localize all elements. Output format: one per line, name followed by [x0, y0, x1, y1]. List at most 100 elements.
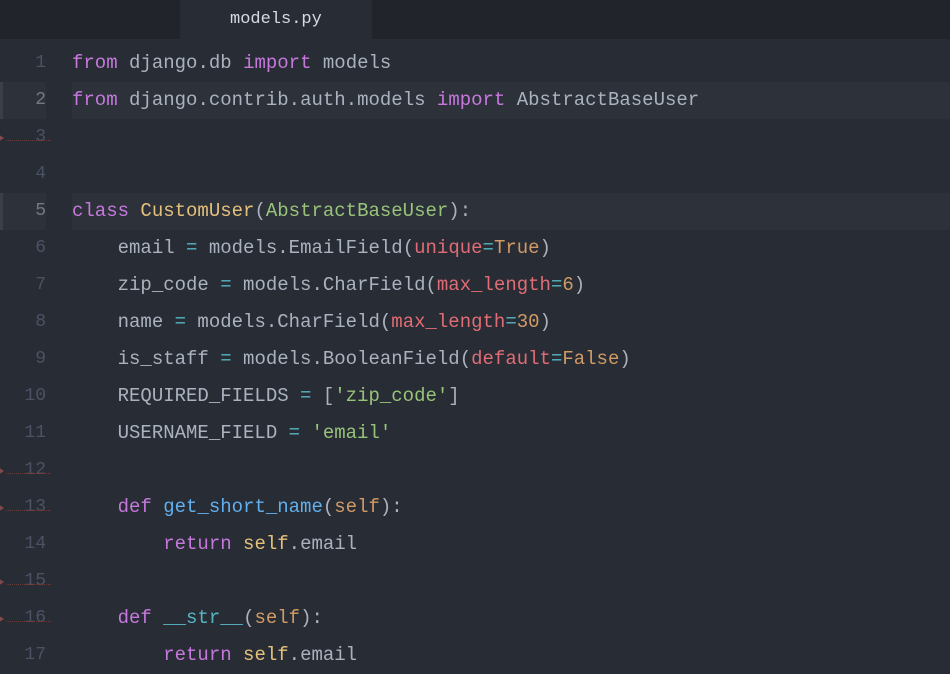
code-area[interactable]: from django.db import modelsfrom django.… — [58, 39, 950, 666]
token-paramname: unique — [414, 237, 482, 259]
token-dunder: __str__ — [163, 607, 243, 629]
token-num: 6 — [562, 274, 573, 296]
token-punct: ( — [243, 607, 254, 629]
fold-marker-icon[interactable] — [0, 134, 4, 142]
token-punct: ( — [380, 311, 391, 333]
code-line[interactable]: def get_short_name(self): — [72, 489, 950, 526]
line-number: 9 — [0, 341, 46, 378]
code-line[interactable]: is_staff = models.BooleanField(default=F… — [72, 341, 950, 378]
token-punct: . — [289, 89, 300, 111]
token-text — [311, 385, 322, 407]
token-text: models — [311, 52, 391, 74]
token-punct: ) — [448, 200, 459, 222]
token-bracket: ] — [448, 385, 459, 407]
tab-bar: models.py — [0, 0, 950, 39]
token-text: models — [186, 311, 266, 333]
token-paramname: default — [471, 348, 551, 370]
token-text: email — [300, 644, 357, 666]
token-text: REQUIRED_FIELDS — [72, 385, 300, 407]
line-number: 16 — [0, 600, 46, 637]
code-line[interactable]: REQUIRED_FIELDS = ['zip_code'] — [72, 378, 950, 415]
code-line[interactable]: email = models.EmailField(unique=True) — [72, 230, 950, 267]
token-punct: ) — [540, 311, 551, 333]
code-line[interactable] — [72, 156, 950, 193]
token-punct: ) — [540, 237, 551, 259]
fold-marker-icon[interactable] — [0, 615, 4, 623]
token-punct: . — [289, 533, 300, 555]
code-line[interactable]: return self.email — [72, 526, 950, 563]
code-line[interactable]: class CustomUser(AbstractBaseUser): — [72, 193, 950, 230]
fold-marker-icon[interactable] — [0, 578, 4, 586]
gutter: 1234567891011121314151617 — [0, 39, 58, 666]
token-op: = — [551, 348, 562, 370]
token-punct: ( — [460, 348, 471, 370]
token-inherit: AbstractBaseUser — [266, 200, 448, 222]
token-text: models — [357, 89, 437, 111]
line-number: 17 — [0, 637, 46, 674]
line-number: 15 — [0, 563, 46, 600]
token-punct: . — [277, 237, 288, 259]
token-text: models — [197, 237, 277, 259]
code-line[interactable]: zip_code = models.CharField(max_length=6… — [72, 267, 950, 304]
code-line[interactable] — [72, 563, 950, 600]
code-line[interactable] — [72, 119, 950, 156]
token-text: zip_code — [72, 274, 220, 296]
token-kw-return: return — [163, 533, 231, 555]
token-kw-return: return — [163, 644, 231, 666]
token-text: email — [72, 237, 186, 259]
fold-marker-icon[interactable] — [0, 504, 4, 512]
token-param: self — [254, 607, 300, 629]
line-number: 3 — [0, 119, 46, 156]
token-param: self — [334, 496, 380, 518]
token-punct: ( — [254, 200, 265, 222]
token-kw-import: import — [437, 89, 505, 111]
token-text — [72, 644, 163, 666]
line-number: 11 — [0, 415, 46, 452]
token-text: models — [232, 348, 312, 370]
token-punct: . — [311, 348, 322, 370]
token-punct: . — [197, 89, 208, 111]
token-string: 'zip_code' — [334, 385, 448, 407]
fold-guide — [6, 621, 51, 622]
token-kw-def: def — [118, 607, 152, 629]
token-paramname: max_length — [391, 311, 505, 333]
token-op: = — [186, 237, 197, 259]
fold-guide — [6, 140, 51, 141]
code-line[interactable]: return self.email — [72, 637, 950, 674]
code-line[interactable] — [72, 452, 950, 489]
token-punct: . — [311, 274, 322, 296]
line-number: 13 — [0, 489, 46, 526]
token-text — [232, 644, 243, 666]
token-text: EmailField — [289, 237, 403, 259]
code-line[interactable]: USERNAME_FIELD = 'email' — [72, 415, 950, 452]
token-op: = — [551, 274, 562, 296]
tab-filename: models.py — [230, 10, 322, 29]
code-line[interactable]: name = models.CharField(max_length=30) — [72, 304, 950, 341]
token-punct: . — [197, 52, 208, 74]
token-text: CharField — [323, 274, 426, 296]
code-line[interactable]: def __str__(self): — [72, 600, 950, 637]
token-text: django — [118, 89, 198, 111]
fold-guide — [6, 510, 51, 511]
token-punct: . — [346, 89, 357, 111]
token-funcname: get_short_name — [163, 496, 323, 518]
fold-marker-icon[interactable] — [0, 467, 4, 475]
token-paramname: max_length — [437, 274, 551, 296]
code-line[interactable]: from django.db import models — [72, 45, 950, 82]
token-text: CharField — [277, 311, 380, 333]
token-punct: ) — [619, 348, 630, 370]
tab-models-py[interactable]: models.py — [180, 0, 372, 39]
token-kw-import: import — [243, 52, 311, 74]
token-text — [129, 200, 140, 222]
token-punct: ) — [300, 607, 311, 629]
token-punct: ) — [574, 274, 585, 296]
token-text: db — [209, 52, 243, 74]
token-punct: : — [460, 200, 471, 222]
token-text: USERNAME_FIELD — [72, 422, 289, 444]
token-self: self — [243, 533, 289, 555]
line-number: 2 — [0, 82, 46, 119]
token-text — [72, 607, 118, 629]
code-line[interactable]: from django.contrib.auth.models import A… — [72, 82, 950, 119]
token-kw-class: class — [72, 200, 129, 222]
token-bool: False — [562, 348, 619, 370]
